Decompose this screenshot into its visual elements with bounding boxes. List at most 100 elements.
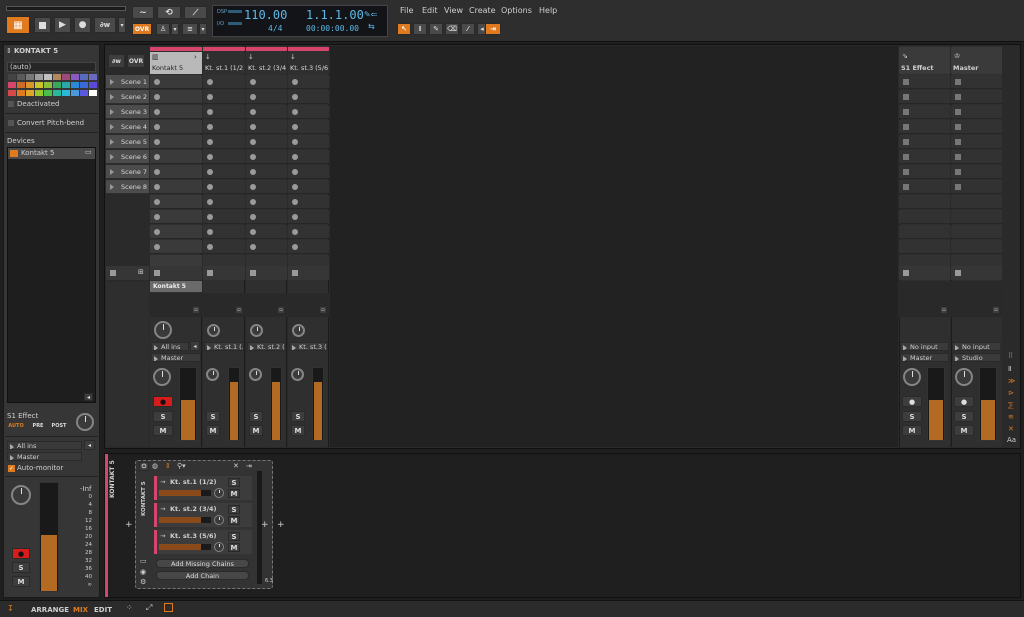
color-swatch[interactable] (80, 82, 88, 88)
mute-button[interactable]: M (954, 425, 974, 436)
device-arrow-icon[interactable]: ⇥ (246, 462, 252, 470)
sync-icon[interactable]: ⇆ (368, 22, 375, 31)
loop-button[interactable]: ⟲ (157, 6, 181, 19)
follow-icon[interactable]: ✎⇐ (364, 10, 377, 19)
send-knob[interactable] (292, 324, 305, 337)
monitor-button[interactable]: ◂ (190, 341, 200, 351)
chain-eye-icon[interactable]: ◉ (140, 568, 146, 576)
track-stop-icon[interactable] (250, 270, 256, 276)
solo-button[interactable]: S (291, 411, 305, 422)
color-swatch[interactable] (17, 90, 25, 96)
clip-slot[interactable] (951, 195, 1002, 209)
chain-mute-button[interactable]: M (228, 516, 240, 525)
menu-create[interactable]: Create (469, 6, 496, 15)
scene-launch-button[interactable]: Scene 6 (106, 150, 149, 164)
mute-button[interactable]: M (153, 425, 173, 436)
solo-button[interactable]: S (153, 411, 173, 422)
scene-launch-button[interactable]: Scene 8 (106, 180, 149, 194)
scene-launch-button[interactable]: Scene 3 (106, 105, 149, 119)
track-stop-icon[interactable] (207, 270, 213, 276)
chain-mute-button[interactable]: M (228, 543, 240, 552)
color-swatch[interactable] (53, 90, 61, 96)
chain-volume-bar[interactable] (159, 544, 211, 550)
device-add-icon[interactable]: ▫ (235, 306, 243, 314)
bottom-inspector-icon[interactable]: ↧ (7, 604, 14, 613)
send-knob[interactable] (207, 324, 220, 337)
devices-list[interactable] (7, 147, 96, 403)
color-swatch[interactable] (71, 74, 79, 80)
menu-edit[interactable]: Edit (422, 6, 438, 15)
scene-launch-button[interactable]: Scene 7 (106, 165, 149, 179)
track-expand-icon[interactable]: › (194, 53, 197, 61)
record-button[interactable]: ● (74, 17, 91, 33)
color-palette[interactable] (8, 74, 97, 98)
ramp-button[interactable]: ⟋ (184, 6, 207, 19)
solo-button[interactable]: S (954, 411, 974, 422)
chain-solo-button[interactable]: S (228, 478, 240, 487)
track-stop-icon[interactable] (154, 270, 160, 276)
color-swatch[interactable] (35, 82, 43, 88)
color-swatch[interactable] (71, 90, 79, 96)
chain-mute-button[interactable]: M (228, 489, 240, 498)
mute-button[interactable]: M (902, 425, 922, 436)
scene-grid-icon[interactable]: ⊞ (138, 268, 144, 276)
device-expand-icon[interactable]: ⇕ (165, 462, 171, 470)
metronome-menu[interactable]: ▾ (171, 23, 179, 35)
input-selector[interactable]: All ins (7, 441, 82, 450)
color-swatch[interactable] (89, 90, 97, 96)
groove-menu[interactable]: ▾ (199, 23, 207, 35)
device-close-icon[interactable]: ✕ (233, 462, 239, 470)
inspector-record-arm-button[interactable]: ● (12, 548, 30, 559)
clip-slot[interactable] (899, 225, 950, 239)
color-swatch[interactable] (89, 74, 97, 80)
color-swatch[interactable] (89, 82, 97, 88)
pan-knob[interactable] (249, 368, 262, 381)
knife-tool-button[interactable]: ⁄ (461, 23, 475, 35)
pan-knob[interactable] (903, 368, 921, 386)
snap-button[interactable]: ⇥ (485, 23, 501, 35)
tab-mix[interactable]: MIX (73, 606, 88, 614)
chain-pan-knob[interactable] (214, 542, 224, 552)
scene-launch-button[interactable]: Scene 4 (106, 120, 149, 134)
color-swatch[interactable] (17, 82, 25, 88)
add-device-end-icon[interactable]: + (277, 520, 285, 530)
record-arm-button[interactable]: ● (902, 396, 922, 407)
track-input-selector[interactable]: Kt. st.3 (... (289, 342, 328, 351)
color-swatch[interactable] (17, 74, 25, 80)
inspector-mute-button[interactable]: M (12, 576, 30, 587)
color-swatch[interactable] (26, 74, 34, 80)
time-display[interactable]: 00:00:00.00 (306, 24, 359, 33)
send-auto-button[interactable]: AUTO (8, 422, 24, 430)
send-knob[interactable] (76, 413, 94, 431)
play-button[interactable]: ▶ (54, 17, 71, 33)
transport-menu[interactable]: ▾ (118, 17, 126, 33)
tab-edit[interactable]: EDIT (94, 606, 112, 614)
send-pre-button[interactable]: PRE (30, 422, 46, 430)
color-swatch[interactable] (80, 74, 88, 80)
track-input-selector[interactable]: Kt. st.1 (... (204, 342, 244, 351)
position-display[interactable]: 1.1.1.00 (306, 8, 364, 22)
menu-help[interactable]: Help (539, 6, 557, 15)
color-swatch[interactable] (26, 82, 34, 88)
chain-gear-icon[interactable]: ⚙ (140, 578, 146, 586)
clip-slot[interactable] (951, 225, 1002, 239)
bottom-device-icon[interactable] (164, 603, 173, 612)
pan-knob[interactable] (291, 368, 304, 381)
menu-file[interactable]: File (400, 6, 413, 15)
color-swatch[interactable] (26, 90, 34, 96)
color-swatch[interactable] (8, 82, 16, 88)
clip-slot[interactable] (899, 210, 950, 224)
auto-monitor-checkbox[interactable]: ✓ (8, 465, 15, 472)
color-swatch[interactable] (44, 74, 52, 80)
menu-view[interactable]: View (444, 6, 463, 15)
chain-pan-knob[interactable] (214, 515, 224, 525)
track-stop-icon[interactable] (903, 270, 909, 276)
monitor-button[interactable]: ◂ (84, 440, 95, 450)
solo-button[interactable]: S (206, 411, 220, 422)
device-search-icon[interactable]: ⚲▾ (177, 462, 186, 470)
color-swatch[interactable] (80, 90, 88, 96)
clip-slot[interactable] (899, 240, 950, 254)
pencil-tool-button[interactable]: ✎ (429, 23, 443, 35)
effect-input-selector[interactable]: No input (952, 342, 1001, 351)
menu-options[interactable]: Options (501, 6, 532, 15)
